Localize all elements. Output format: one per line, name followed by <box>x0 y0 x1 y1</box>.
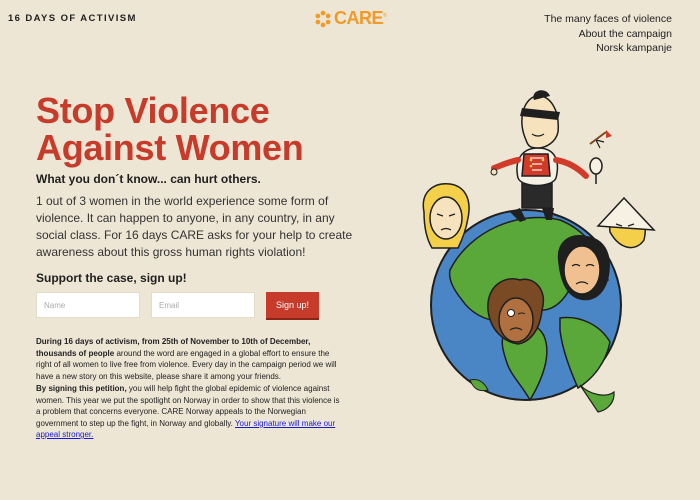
subheading: What you don´t know... can hurt others. <box>36 172 261 186</box>
nav-many-faces[interactable]: The many faces of violence <box>544 12 672 27</box>
globe-illustration <box>422 90 656 413</box>
conical-hat-woman-figure <box>596 196 656 249</box>
nav-about-campaign[interactable]: About the campaign <box>544 27 672 42</box>
care-logo-text: CARE® <box>334 8 387 28</box>
petition-paragraph: By signing this petition, you will help … <box>36 383 344 441</box>
care-logo[interactable]: CARE® <box>314 8 387 29</box>
blonde-woman-figure <box>422 183 470 249</box>
page-title-line2: Against Women <box>36 127 304 168</box>
nav-norsk-kampanje[interactable]: Norsk kampanje <box>544 41 672 56</box>
intro-text: 1 out of 3 women in the world experience… <box>36 194 353 259</box>
signup-button[interactable]: Sign up! <box>266 292 319 318</box>
email-field[interactable] <box>151 292 255 318</box>
bandaged-man-figure <box>490 90 612 222</box>
name-field[interactable] <box>36 292 140 318</box>
top-nav: The many faces of violence About the cam… <box>544 12 672 56</box>
site-brand[interactable]: 16 DAYS OF ACTIVISM <box>8 13 137 24</box>
petition-paragraph-lead: By signing this petition, <box>36 384 127 393</box>
care-logo-icon <box>315 10 331 27</box>
page-title-line1: Stop Violence <box>36 90 270 131</box>
campaign-paragraph: During 16 days of activism, from 25th of… <box>36 336 344 382</box>
page-title: Stop Violence Against Women <box>36 90 304 168</box>
signup-heading: Support the case, sign up! <box>36 271 187 285</box>
